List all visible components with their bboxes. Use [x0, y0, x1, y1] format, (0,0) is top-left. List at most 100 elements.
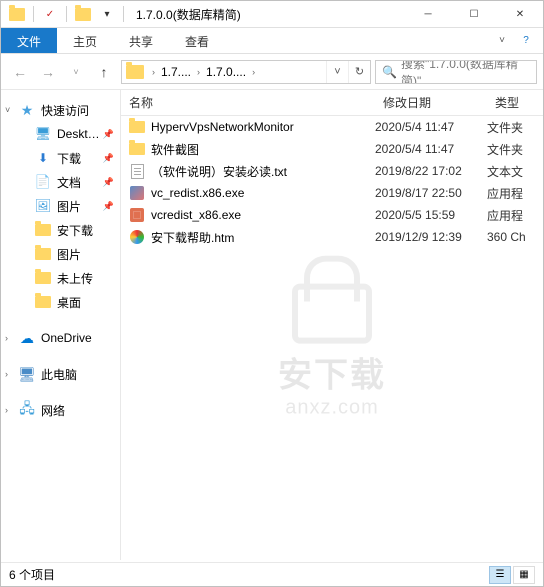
sidebar-item-folder[interactable]: 桌面	[1, 290, 120, 314]
sidebar-item-pictures[interactable]: 🖼图片📌	[1, 194, 120, 218]
file-type: 360 Ch	[487, 230, 543, 244]
nav-sidebar: ˅ ★ 快速访问 🖥Deskt…📌 ⬇下载📌 📄文档📌 🖼图片📌 安下载 图片 …	[1, 90, 121, 560]
sidebar-quick-access[interactable]: ˅ ★ 快速访问	[1, 98, 120, 122]
chevron-right-icon[interactable]: ›	[5, 405, 8, 415]
sidebar-onedrive[interactable]: ›☁OneDrive	[1, 326, 120, 350]
folder-icon	[35, 246, 51, 262]
title-bar: ✓ ▾ 1.7.0.0(数据库精简) ─ ☐ ✕	[1, 1, 543, 28]
download-icon: ⬇	[35, 150, 51, 166]
folder-icon	[126, 65, 144, 79]
pc-icon: 🖥	[19, 366, 35, 382]
file-row[interactable]: 安下载帮助.htm2019/12/9 12:39360 Ch	[121, 226, 543, 248]
ribbon: 文件 主页 共享 查看 ˅ ?	[1, 28, 543, 54]
search-icon: 🔍	[382, 65, 397, 79]
address-bar[interactable]: › 1.7.... › 1.7.0.... › ˅ ↻	[121, 60, 371, 84]
chevron-right-icon[interactable]: ›	[5, 333, 8, 343]
file-type: 文本文	[487, 163, 543, 180]
file-date: 2020/5/4 11:47	[375, 142, 487, 156]
status-text: 6 个项目	[9, 566, 55, 583]
tab-file[interactable]: 文件	[1, 28, 57, 53]
folder-icon	[9, 6, 25, 22]
file-date: 2020/5/5 15:59	[375, 208, 487, 222]
minimize-button[interactable]: ─	[405, 1, 451, 28]
file-type: 应用程	[487, 207, 543, 224]
folder-icon	[35, 222, 51, 238]
recent-dropdown[interactable]: ˅	[63, 59, 89, 85]
back-button[interactable]: ←	[7, 59, 33, 85]
file-name: HypervVpsNetworkMonitor	[151, 120, 375, 134]
qat-dropdown-icon[interactable]: ▾	[99, 6, 115, 22]
breadcrumb-item[interactable]: 1.7.0....	[204, 61, 248, 83]
tab-share[interactable]: 共享	[113, 28, 169, 53]
network-icon: 🖧	[19, 402, 35, 418]
file-list-pane: 名称 修改日期 类型 安下载 anxz.com HypervVpsNetwork…	[121, 90, 543, 560]
view-icons-button[interactable]: ▦	[513, 566, 535, 584]
status-bar: 6 个项目 ☰ ▦	[1, 562, 543, 586]
pin-icon: 📌	[103, 129, 114, 140]
file-name: vc_redist.x86.exe	[151, 186, 375, 200]
forward-button[interactable]: →	[35, 59, 61, 85]
file-row[interactable]: 软件截图2020/5/4 11:47文件夹	[121, 138, 543, 160]
star-icon: ★	[19, 102, 35, 118]
folder-icon	[35, 270, 51, 286]
address-dropdown-icon[interactable]: ˅	[326, 61, 348, 83]
pin-icon: 📌	[103, 153, 114, 164]
exe-icon	[127, 186, 147, 200]
file-name: （软件说明）安装必读.txt	[151, 163, 375, 180]
ribbon-expand-icon[interactable]: ˅	[491, 30, 513, 52]
sidebar-item-downloads[interactable]: ⬇下载📌	[1, 146, 120, 170]
document-icon: 📄	[35, 174, 51, 190]
desktop-icon: 🖥	[35, 126, 51, 142]
sidebar-item-desktop[interactable]: 🖥Deskt…📌	[1, 122, 120, 146]
file-row[interactable]: vcredist_x86.exe2020/5/5 15:59应用程	[121, 204, 543, 226]
chevron-right-icon[interactable]: ›	[193, 67, 204, 77]
tab-view[interactable]: 查看	[169, 28, 225, 53]
file-name: 软件截图	[151, 141, 375, 158]
file-date: 2019/8/17 22:50	[375, 186, 487, 200]
file-date: 2019/12/9 12:39	[375, 230, 487, 244]
file-name: vcredist_x86.exe	[151, 208, 375, 222]
chevron-right-icon[interactable]: ›	[248, 67, 259, 77]
maximize-button[interactable]: ☐	[451, 1, 497, 28]
lock-icon	[292, 284, 372, 344]
column-date[interactable]: 修改日期	[375, 94, 487, 111]
sidebar-item-documents[interactable]: 📄文档📌	[1, 170, 120, 194]
picture-icon: 🖼	[35, 198, 51, 214]
folder-icon	[35, 294, 51, 310]
up-button[interactable]: ↑	[91, 59, 117, 85]
file-row[interactable]: vc_redist.x86.exe2019/8/17 22:50应用程	[121, 182, 543, 204]
file-list: 安下载 anxz.com HypervVpsNetworkMonitor2020…	[121, 116, 543, 560]
view-details-button[interactable]: ☰	[489, 566, 511, 584]
sidebar-network[interactable]: ›🖧网络	[1, 398, 120, 422]
folder-icon[interactable]	[75, 6, 91, 22]
file-type: 应用程	[487, 185, 543, 202]
watermark: 安下载 anxz.com	[278, 284, 386, 420]
file-date: 2020/5/4 11:47	[375, 120, 487, 134]
pin-icon: 📌	[103, 201, 114, 212]
chevron-right-icon[interactable]: ›	[148, 67, 159, 77]
refresh-icon[interactable]: ↻	[348, 61, 370, 83]
file-row[interactable]: HypervVpsNetworkMonitor2020/5/4 11:47文件夹	[121, 116, 543, 138]
nav-bar: ← → ˅ ↑ › 1.7.... › 1.7.0.... › ˅ ↻ 🔍 搜索…	[1, 54, 543, 90]
file-row[interactable]: （软件说明）安装必读.txt2019/8/22 17:02文本文	[121, 160, 543, 182]
htm-icon	[127, 230, 147, 244]
quick-save-icon[interactable]: ✓	[42, 6, 58, 22]
close-button[interactable]: ✕	[497, 1, 543, 28]
sidebar-item-folder[interactable]: 安下载	[1, 218, 120, 242]
txt-icon	[127, 164, 147, 179]
file-type: 文件夹	[487, 141, 543, 158]
breadcrumb-item[interactable]: 1.7....	[159, 61, 193, 83]
tab-home[interactable]: 主页	[57, 28, 113, 53]
folder-icon	[127, 143, 147, 155]
sidebar-item-folder[interactable]: 未上传	[1, 266, 120, 290]
sidebar-this-pc[interactable]: ›🖥此电脑	[1, 362, 120, 386]
chevron-right-icon[interactable]: ›	[5, 369, 8, 379]
column-name[interactable]: 名称	[121, 94, 375, 111]
sidebar-item-folder[interactable]: 图片	[1, 242, 120, 266]
column-type[interactable]: 类型	[487, 94, 543, 111]
chevron-down-icon[interactable]: ˅	[5, 105, 10, 115]
help-icon[interactable]: ?	[515, 30, 537, 52]
search-placeholder: 搜索"1.7.0.0(数据库精简)"	[401, 60, 530, 84]
search-input[interactable]: 🔍 搜索"1.7.0.0(数据库精简)"	[375, 60, 537, 84]
file-name: 安下载帮助.htm	[151, 229, 375, 246]
